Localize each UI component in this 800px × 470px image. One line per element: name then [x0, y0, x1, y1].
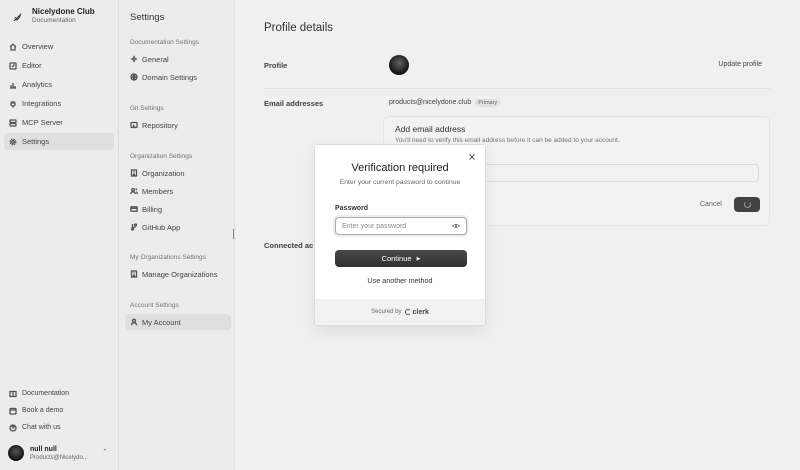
clerk-brand: clerk	[412, 308, 429, 316]
password-field-wrapper	[335, 217, 467, 235]
verification-modal: Verification required Enter your current…	[314, 144, 486, 326]
modal-subtitle: Enter your current password to continue	[339, 179, 461, 186]
clerk-logo[interactable]: clerk	[404, 308, 429, 316]
modal-footer: Secured by clerk	[315, 299, 485, 325]
continue-label: Continue	[381, 254, 412, 263]
clerk-icon	[404, 309, 411, 315]
password-label: Password	[335, 205, 369, 212]
triangle-right-icon: ▶	[416, 255, 421, 262]
continue-button[interactable]: Continue ▶	[335, 250, 467, 267]
secured-by-text: Secured by	[371, 309, 402, 315]
eye-icon[interactable]	[452, 222, 460, 230]
modal-title: Verification required	[351, 162, 449, 174]
password-input[interactable]	[342, 219, 452, 233]
close-icon	[469, 154, 475, 160]
use-another-method-button[interactable]: Use another method	[315, 276, 485, 285]
close-button[interactable]	[467, 152, 477, 162]
